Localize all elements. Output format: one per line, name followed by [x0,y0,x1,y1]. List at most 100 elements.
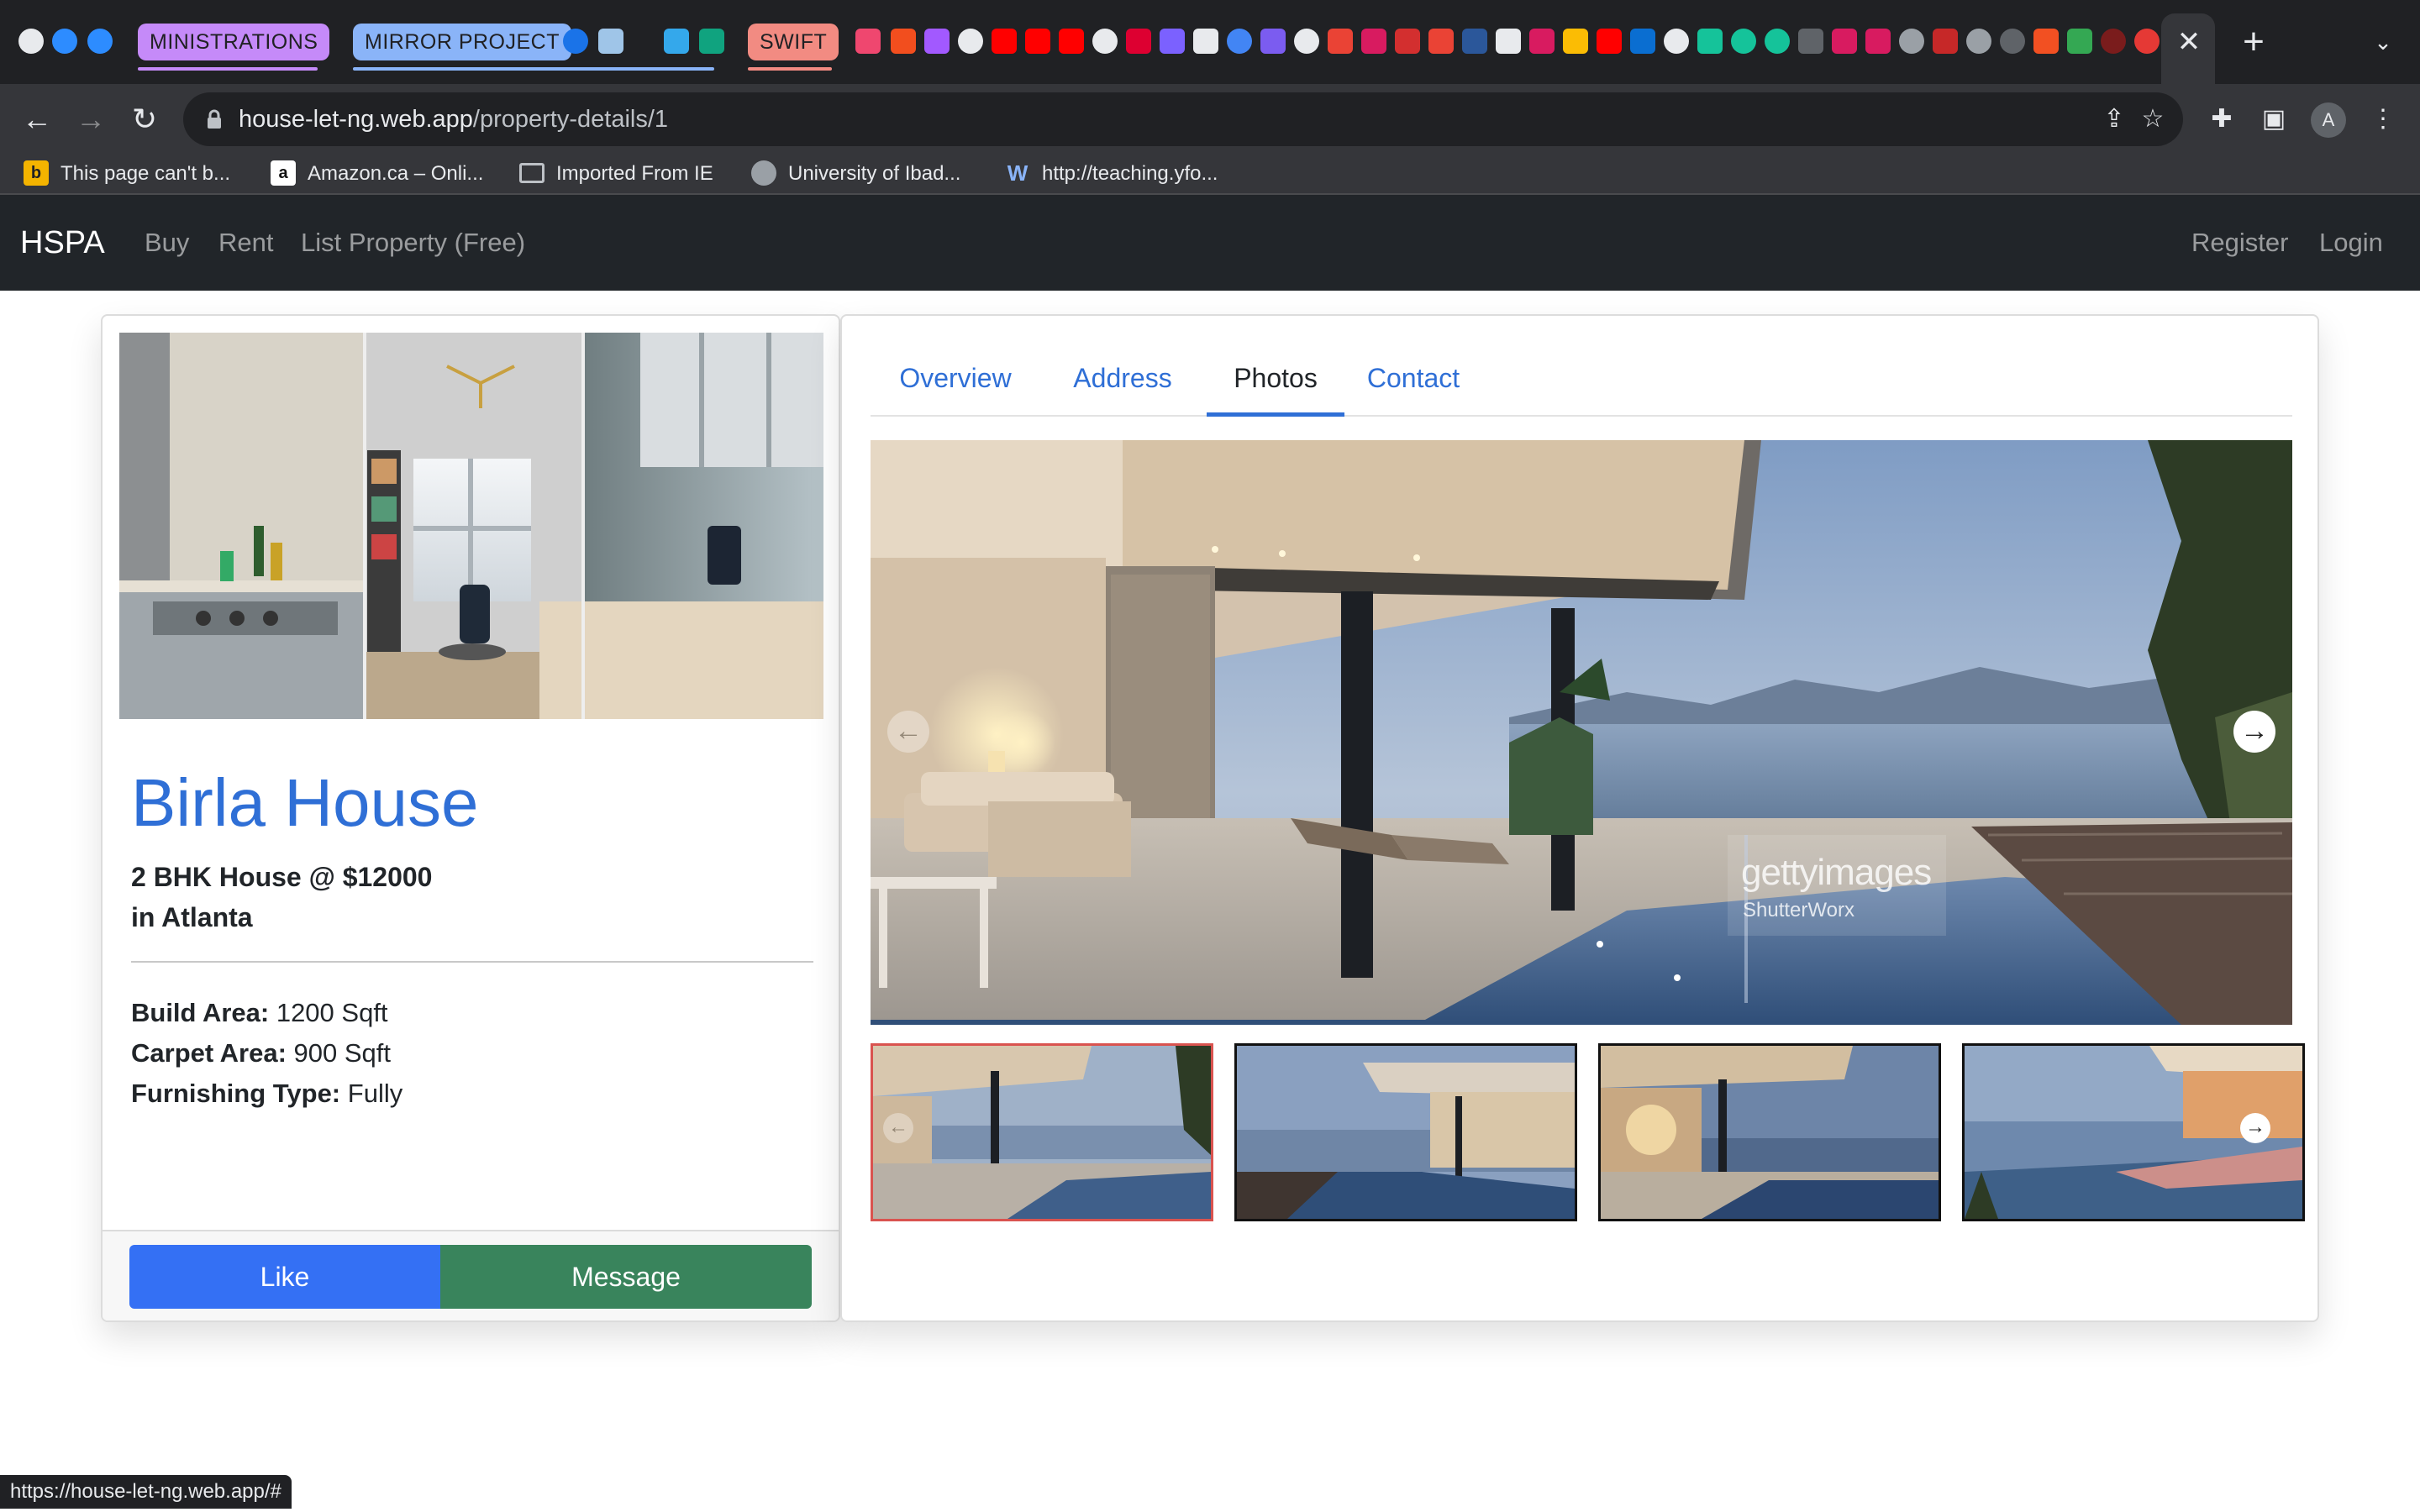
browser-toolbar: ← → ↻ house-let-ng.web.app/property-deta… [0,84,2420,155]
gallery-thumbnail[interactable]: → [1962,1043,2305,1221]
property-summary: 2 BHK House @ $12000 [131,862,433,892]
grammarly-icon[interactable] [1731,29,1756,54]
app-icon[interactable] [2134,29,2160,54]
app-icon[interactable] [1832,29,1857,54]
previous-arrow-icon[interactable]: ← [887,711,929,753]
app-icon[interactable] [855,29,881,54]
bookmark-star-icon[interactable]: ☆ [2138,104,2168,134]
medium-icon[interactable] [958,29,983,54]
nav-link-list-property[interactable]: List Property (Free) [301,195,525,291]
spec-label: Carpet Area: [131,1038,287,1068]
figma-icon[interactable] [891,29,916,54]
shield-icon[interactable] [1933,29,1958,54]
app-icon[interactable] [1193,29,1218,54]
tab-photos[interactable]: Photos [1207,339,1344,417]
thumbnail-prev-icon[interactable]: ← [883,1113,913,1143]
tab-address[interactable]: Address [1040,339,1205,417]
details-tabs: Overview Address Photos Contact [871,339,2292,417]
bookmark-label: http://teaching.yfo... [1042,162,1218,185]
chatgpt-icon[interactable] [699,29,724,54]
bookmark-label: Imported From IE [556,162,713,185]
bookmark-item[interactable]: a Amazon.ca – Onli... [271,155,483,193]
url-text[interactable]: house-let-ng.web.app/property-details/1 [239,92,668,146]
app-icon[interactable] [1529,29,1555,54]
app-icon[interactable] [2067,29,2092,54]
sap-icon[interactable] [1630,29,1655,54]
extensions-icon[interactable]: ✚ [2203,101,2240,138]
tab-group-underline [353,67,714,71]
app-icon[interactable] [2000,29,2025,54]
menu-icon[interactable]: ⋮ [2365,101,2402,138]
reload-icon[interactable]: ↻ [124,99,165,139]
bookmark-item[interactable]: b This page can't b... [24,155,230,193]
tab-overview[interactable]: Overview [871,339,1040,417]
bookmarks-bar: b This page can't b... a Amazon.ca – Onli.… [0,155,2420,195]
next-arrow-icon[interactable]: → [2233,711,2275,753]
tab-contact[interactable]: Contact [1346,339,1481,417]
zoom-icon[interactable] [87,29,113,54]
bookmark-item[interactable]: Whttp://teaching.yfo... [1005,155,1218,193]
microsoft-icon[interactable] [2033,29,2059,54]
app-icon[interactable] [1664,29,1689,54]
gallery-thumbnail[interactable] [1234,1043,1577,1221]
sync-icon[interactable] [563,29,588,54]
youtube-icon[interactable] [1597,29,1622,54]
app-icon[interactable] [1260,29,1286,54]
spec-label: Build Area: [131,998,270,1027]
share-icon[interactable]: ⇪ [2099,104,2129,134]
github-icon[interactable] [1092,29,1118,54]
map-icon[interactable] [598,29,623,54]
nav-link-buy[interactable]: Buy [145,195,189,291]
app-icon[interactable] [1160,29,1185,54]
message-button[interactable]: Message [440,1245,812,1309]
url-host: house-let-ng.web.app [239,106,473,133]
brand-logo[interactable]: HSPA [20,195,105,291]
new-tab-icon[interactable]: + [2235,22,2272,62]
zoom-icon[interactable] [52,29,77,54]
globe-icon[interactable] [1966,29,1991,54]
youtube-icon[interactable] [992,29,1017,54]
bookmark-item[interactable]: Imported From IE [519,155,713,193]
app-icon[interactable] [1395,29,1420,54]
angular-icon[interactable] [1126,29,1151,54]
doc-icon[interactable] [1496,29,1521,54]
tab-group-mirror-project[interactable]: MIRROR PROJECT [353,24,571,60]
gmail-icon[interactable] [1428,29,1454,54]
profile-avatar[interactable]: A [2311,102,2346,138]
figma-icon[interactable] [924,29,950,54]
browser-tab-strip: MINISTRATIONS MIRROR PROJECT SWIFT ✕ + ⌄ [0,0,2420,84]
gallery-thumbnail[interactable]: ← [871,1043,1213,1221]
app-icon[interactable] [1227,29,1252,54]
app-icon[interactable] [1798,29,1823,54]
nav-link-rent[interactable]: Rent [218,195,273,291]
drive-icon[interactable] [1563,29,1588,54]
nav-link-login[interactable]: Login [2319,195,2383,291]
app-icon[interactable] [1361,29,1386,54]
back-icon[interactable]: ← [17,99,57,139]
google-icon[interactable] [1294,29,1319,54]
grammarly-icon[interactable] [1765,29,1790,54]
gmail-icon[interactable] [1328,29,1353,54]
app-icon[interactable] [1865,29,1891,54]
word-icon[interactable] [664,29,689,54]
thumbnail-next-icon[interactable]: → [2240,1113,2270,1143]
tab-group-ministrations[interactable]: MINISTRATIONS [138,24,330,60]
address-bar[interactable]: house-let-ng.web.app/property-details/1 … [183,92,2183,146]
like-button[interactable]: Like [129,1245,440,1309]
word-icon[interactable] [1462,29,1487,54]
property-details-panel: Overview Address Photos Contact gettyima… [840,314,2319,1322]
app-icon[interactable] [2101,29,2126,54]
app-icon[interactable] [1697,29,1723,54]
close-tab-icon[interactable]: ✕ [2172,24,2206,60]
globe-icon[interactable] [1899,29,1924,54]
nav-link-register[interactable]: Register [2191,195,2288,291]
forward-icon[interactable]: → [71,99,111,139]
chrome-icon[interactable] [18,29,44,54]
side-panel-icon[interactable]: ▣ [2255,101,2292,138]
chevron-down-icon[interactable]: ⌄ [2366,25,2400,59]
gallery-thumbnail[interactable] [1598,1043,1941,1221]
youtube-icon[interactable] [1059,29,1084,54]
tab-group-swift[interactable]: SWIFT [748,24,839,60]
bookmark-item[interactable]: University of Ibad... [751,155,960,193]
youtube-icon[interactable] [1025,29,1050,54]
